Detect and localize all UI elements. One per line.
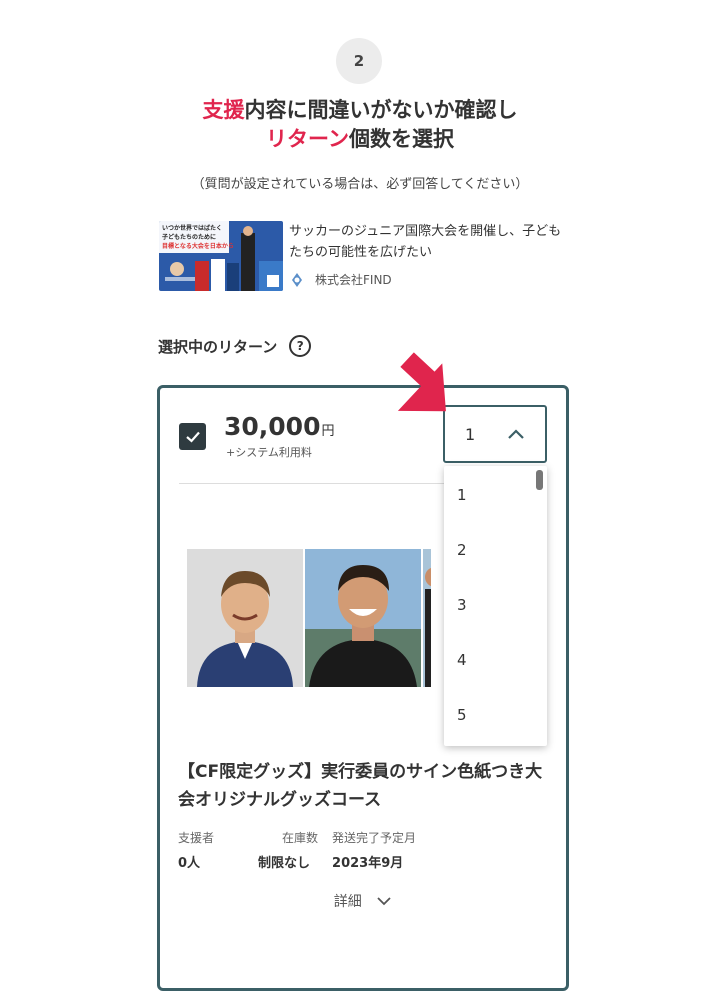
price-value: 30,000 [224,412,321,441]
heading-highlight-support: 支援 [202,98,245,122]
heading-highlight-return: リターン [266,127,349,151]
photo-person-3 [423,549,431,687]
stat-value: 0人 [178,856,201,871]
svg-text:いつか世界ではばたく: いつか世界ではばたく [162,224,222,232]
dropdown-option[interactable]: 1 [444,466,547,521]
check-icon [185,431,200,443]
dropdown-option[interactable]: 4 [444,631,547,686]
stat-key: 発送完了予定月 [332,831,417,845]
quantity-value: 1 [465,424,476,444]
step-badge: 2 [336,38,382,84]
stat-value: 制限なし [258,856,311,871]
answer-note: （質問が設定されている場合は、必ず回答してください） [191,177,529,192]
svg-text:子どもたちのために: 子どもたちのために [162,233,216,241]
organization-name: 株式会社FIND [315,273,392,287]
heading-text-2: 個数を選択 [348,127,454,151]
selected-return-text: 選択中のリターン [158,337,278,356]
project-summary: いつか世界ではばたく 子どもたちのために 目標となる大会を日本から サッカーのジ… [159,221,569,293]
quantity-dropdown[interactable]: 1 2 3 4 5 [444,466,547,746]
stat-key: 支援者 [178,831,215,845]
dropdown-option[interactable]: 2 [444,521,547,576]
dropdown-option[interactable]: 3 [444,576,547,631]
price-currency: 円 [321,424,335,439]
dropdown-scrollbar[interactable] [536,470,543,490]
photo-person-1 [187,549,303,687]
chevron-up-icon [508,429,524,439]
svg-text:目標となる大会を日本から: 目標となる大会を日本から [162,242,234,250]
reward-checkbox[interactable] [179,423,206,450]
project-title[interactable]: サッカーのジュニア国際大会を開催し、子どもたちの可能性を広げたい [289,221,569,263]
details-toggle[interactable]: 詳細 [160,891,566,911]
stat-supporters: 支援者 0人 [178,829,214,871]
stat-shipping: 発送完了予定月 2023年9月 [332,829,416,871]
dropdown-option[interactable]: 5 [444,686,547,741]
reward-title: 【CF限定グッズ】実行委員のサイン色紙つき大会オリジナルグッズコース [178,762,543,810]
organization: 株式会社FIND [289,271,392,288]
photo-person-2 [305,549,421,687]
reward-price: 30,000円 [224,412,335,441]
reward-stats: 支援者 0人 在庫数 制限なし 発送完了予定月 2023年9月 [178,829,430,871]
chevron-down-icon [377,897,391,906]
help-icon[interactable]: ? [289,335,312,357]
quantity-select[interactable]: 1 [443,405,547,463]
details-label: 詳細 [333,894,362,910]
system-fee-note: +システム利用料 [226,446,312,459]
organization-logo-icon [292,272,302,287]
pointer-arrow-icon [397,352,446,412]
stat-key: 在庫数 [282,831,319,845]
reward-photos [187,549,431,687]
page-heading: 支援内容に間違いがないか確認し リターン個数を選択 [0,96,720,154]
project-thumbnail: いつか世界ではばたく 子どもたちのために 目標となる大会を日本から [159,221,283,291]
stat-stock: 在庫数 制限なし [258,829,318,871]
stat-value: 2023年9月 [332,856,404,871]
selected-return-label: 選択中のリターン ? [158,335,312,357]
heading-text-1: 内容に間違いがないか確認し [244,98,518,122]
